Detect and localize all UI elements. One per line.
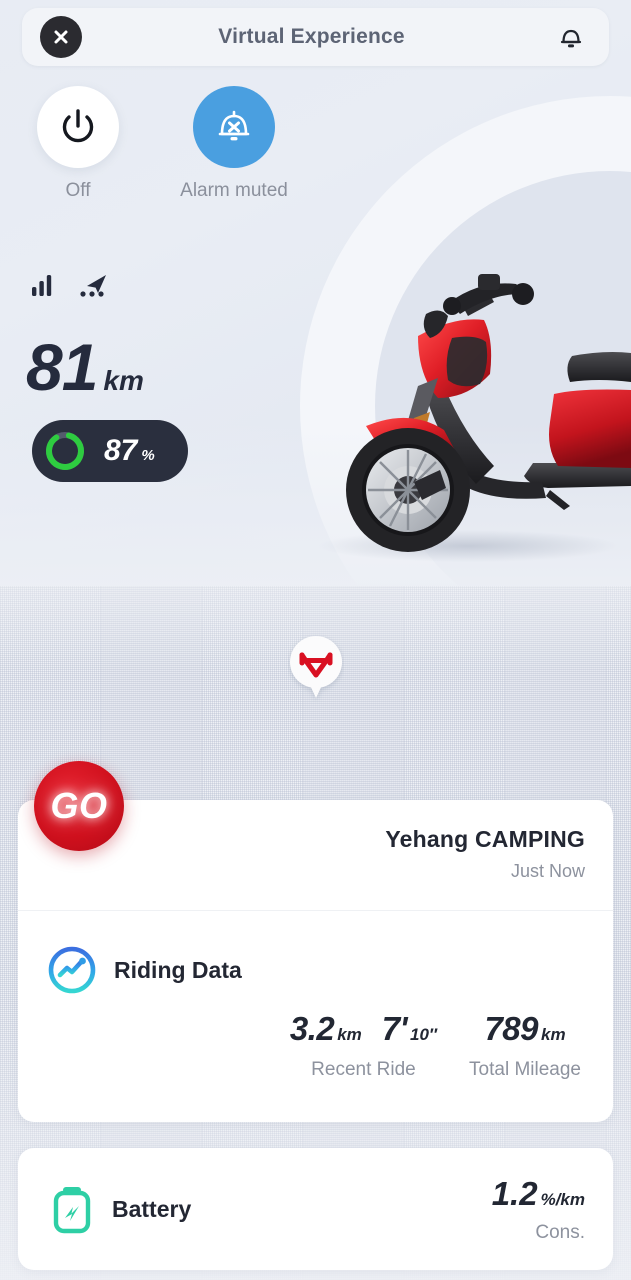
bell-icon — [560, 29, 582, 48]
card-divider — [18, 910, 613, 911]
power-icon — [62, 109, 94, 143]
battery-card-content: Battery 1.2 %/km Cons. — [18, 1148, 613, 1270]
recent-ride-duration-seconds: 10″ — [409, 1025, 438, 1044]
top-app-bar: Virtual Experience — [22, 8, 609, 66]
riding-chart-icon — [48, 946, 96, 994]
battery-card-title: Battery — [112, 1195, 192, 1222]
notifications-button[interactable] — [551, 17, 591, 57]
range-display: 81 km — [26, 334, 144, 400]
recent-ride-group: 3.2 km 7' 10″ Recent Ride — [280, 1010, 447, 1081]
riding-data-title: Riding Data — [114, 956, 242, 983]
battery-consumption-value: 1.2 — [491, 1174, 538, 1212]
riding-data-stats: 3.2 km 7' 10″ Recent Ride 789 km Total M… — [18, 1010, 613, 1081]
battery-status-pill[interactable]: 87 % — [32, 420, 188, 482]
battery-card-header: Battery — [48, 1182, 191, 1236]
navigation-arrow-icon — [80, 275, 106, 297]
total-mileage-unit: km — [541, 1025, 566, 1044]
recent-ride-label: Recent Ride — [311, 1059, 416, 1080]
battery-percent-symbol: % — [141, 447, 155, 464]
recent-ride-distance: 3.2 km — [290, 1010, 362, 1048]
power-toggle-button[interactable]: Off — [0, 86, 156, 202]
go-button[interactable]: GO — [34, 761, 124, 851]
recent-ride-distance-value: 3.2 — [289, 1010, 335, 1047]
close-icon — [54, 30, 68, 44]
battery-percent: 87 % — [104, 434, 155, 468]
vehicle-name: Yehang CAMPING — [385, 826, 585, 852]
recent-ride-distance-unit: km — [337, 1025, 362, 1044]
battery-consumption-unit: %/km — [540, 1189, 585, 1209]
total-mileage-value: 789 — [484, 1010, 539, 1047]
status-icon-row — [30, 272, 112, 298]
page-title: Virtual Experience — [218, 25, 405, 48]
scooter-image — [318, 274, 631, 562]
bell-muted-icon — [218, 110, 250, 141]
battery-percent-value: 87 — [104, 434, 138, 467]
vehicle-location-pin[interactable] — [288, 634, 344, 704]
go-button-label: GO — [50, 785, 108, 826]
recent-ride-duration-minutes: 7' — [381, 1010, 408, 1047]
total-mileage-group: 789 km Total Mileage — [447, 1010, 585, 1081]
power-button-label: Off — [65, 180, 91, 201]
range-value: 81 — [26, 330, 98, 404]
battery-consumption: 1.2 %/km Cons. — [492, 1175, 585, 1244]
recent-ride-duration: 7' 10″ — [382, 1010, 437, 1048]
riding-data-header: Riding Data — [46, 944, 242, 996]
total-mileage-value-row: 789 km — [484, 1010, 565, 1048]
quick-actions: Off Alarm muted — [0, 86, 631, 202]
battery-bolt-icon — [53, 1187, 91, 1234]
alarm-button-label: Alarm muted — [180, 180, 288, 201]
alarm-button-circle — [193, 86, 275, 168]
range-unit: km — [103, 365, 144, 396]
alarm-toggle-button[interactable]: Alarm muted — [156, 86, 312, 202]
total-mileage-label: Total Mileage — [469, 1059, 581, 1080]
battery-consumption-label: Cons. — [535, 1221, 585, 1243]
battery-ring-icon — [46, 432, 84, 470]
vehicle-last-update: Just Now — [510, 861, 585, 881]
signal-bars-icon — [32, 275, 52, 296]
power-button-circle — [37, 86, 119, 168]
